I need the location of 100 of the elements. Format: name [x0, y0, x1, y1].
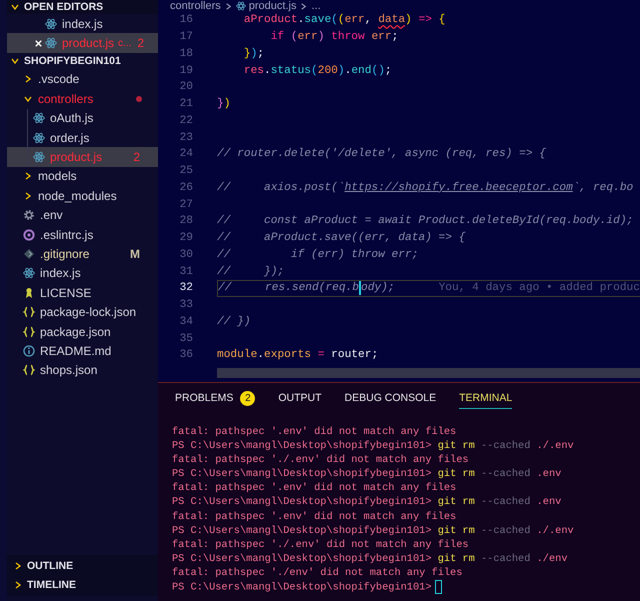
terminal-output: fatal: pathspec '.env' did not match any files: [172, 510, 456, 523]
code-line: aProduct.save((err, data) => {: [242, 14, 446, 26]
code-line: // if (err) throw err;: [217, 248, 418, 261]
chevron-icon: [23, 171, 33, 182]
terminal-command: git rm: [438, 524, 475, 537]
folder-item[interactable]: node_modules: [7, 186, 158, 206]
terminal-output: fatal: pathspec '.env' did not match any files: [172, 482, 456, 494]
terminal-output: fatal: pathspec './.env' did not match any files: [172, 454, 469, 466]
terminal-prompt: PS C:\Users\mangl\Desktop\shopifybegin101>: [172, 468, 432, 480]
breadcrumb-item[interactable]: controllers: [170, 0, 221, 12]
file-item[interactable]: .env: [7, 206, 158, 225]
line-number: 22: [178, 114, 193, 127]
file-item[interactable]: oAuth.js: [7, 108, 158, 128]
terminal-prompt: PS C:\Users\mangl\Desktop\shopifybegin101>: [172, 552, 432, 565]
panel-tab[interactable]: OUTPUT: [278, 388, 322, 408]
code-line: });: [242, 48, 264, 60]
file-name: product.js: [50, 150, 102, 164]
braces-icon: [23, 326, 35, 338]
chevron-icon: [23, 74, 33, 84]
collapsed-section-header[interactable]: TIMELINE: [7, 576, 158, 595]
blame-annotation: You, 4 days ago • added produc: [438, 282, 640, 294]
code-line: // aProduct.save((err, data) => {: [217, 232, 466, 244]
terminal-command: git rm: [438, 468, 475, 480]
code-line: module.exports = router;: [217, 349, 378, 362]
command-argument: ./.env: [536, 440, 574, 452]
chevron-icon: [299, 2, 308, 10]
section-title: OUTLINE: [27, 560, 74, 572]
line-number: 18: [178, 48, 193, 60]
terminal-output: fatal: pathspec './.env' did not match any files: [172, 538, 469, 551]
file-item[interactable]: shops.json: [7, 360, 158, 380]
problem-count: 2: [137, 36, 144, 50]
code-line: // axios.post(`https://shopify.free.beeceptor.com`, req.bo: [217, 182, 634, 194]
line-number: 27: [178, 198, 193, 211]
tab-label: PROBLEMS: [175, 392, 234, 404]
project-header[interactable]: SHOPIFYBEGIN101: [7, 52, 158, 70]
file-name: .gitignore: [40, 246, 90, 261]
atom-icon: [45, 18, 57, 30]
command-argument: .env: [536, 496, 562, 508]
folder-name: controllers: [38, 92, 94, 106]
breadcrumb-item[interactable]: ...: [311, 0, 321, 12]
status-letter: M: [130, 246, 140, 261]
line-number: 32: [178, 282, 193, 294]
command-option: --cached: [480, 468, 530, 480]
file-item[interactable]: order.js: [7, 128, 158, 148]
file-name: .env: [40, 208, 63, 222]
file-item[interactable]: package-lock.json: [7, 302, 158, 322]
gear-icon: [23, 209, 35, 222]
file-item[interactable]: LICENSE: [7, 283, 158, 302]
breadcrumb-item[interactable]: product.js: [248, 0, 296, 12]
horizontal-scrollbar[interactable]: [217, 368, 640, 378]
file-name: index.js: [40, 266, 81, 280]
atom-icon: [45, 37, 57, 50]
project-title: SHOPIFYBEGIN101: [24, 55, 121, 68]
file-name: .eslintrc.js: [40, 228, 94, 242]
open-editors-header[interactable]: OPEN EDITORS: [7, 0, 158, 14]
line-number: 26: [178, 182, 193, 194]
braces-icon: [23, 306, 35, 318]
code-line: // router.delete('/delete', async (req, res) => {: [217, 148, 546, 160]
atom-icon: [33, 151, 45, 164]
file-name: LICENSE: [40, 286, 92, 300]
terminal-command: git rm: [438, 496, 475, 508]
line-number: 28: [178, 215, 193, 228]
panel-tab[interactable]: DEBUG CONSOLE: [344, 388, 436, 408]
file-item[interactable]: README.md: [7, 341, 158, 361]
line-number: 23: [178, 132, 193, 144]
line-number: 16: [178, 14, 193, 26]
panel-tab[interactable]: PROBLEMS 2: [175, 388, 256, 408]
folder-name: models: [38, 169, 77, 184]
folder-item[interactable]: .vscode: [7, 70, 158, 90]
folder-item[interactable]: models: [7, 166, 158, 186]
chevron-icon: [224, 2, 233, 10]
panel-tab[interactable]: TERMINAL: [459, 388, 512, 408]
terminal-output: fatal: pathspec './env' did not match any files: [172, 566, 462, 579]
command-option: --cached: [480, 552, 530, 565]
open-editor-item[interactable]: index.js: [7, 14, 158, 34]
file-name: oAuth.js: [50, 111, 94, 126]
ring-icon: [23, 228, 35, 241]
line-number: 29: [178, 232, 193, 244]
folder-name: .vscode: [38, 72, 80, 86]
file-name: index.js: [62, 16, 103, 31]
chevron-icon: [23, 190, 33, 201]
line-number: 25: [178, 165, 193, 178]
code-line: // res.send(req.b ody);: [218, 281, 395, 296]
folder-item[interactable]: controllers: [7, 89, 158, 109]
atom-icon: [33, 112, 45, 124]
folder-name: node_modules: [38, 188, 117, 203]
command-argument: .env: [536, 468, 562, 480]
code-line: res.status(200).end();: [242, 64, 392, 77]
collapsed-section-header[interactable]: OUTLINE: [7, 556, 158, 576]
status-letter: 2: [133, 150, 140, 164]
file-name: order.js: [50, 130, 90, 145]
file-item[interactable]: index.js: [7, 264, 158, 284]
file-path: c...: [118, 38, 132, 49]
terminal-prompt: PS C:\Users\mangl\Desktop\shopifybegin101>: [172, 496, 432, 508]
file-item[interactable]: .eslintrc.js: [7, 224, 158, 244]
file-item[interactable]: .gitignore M: [7, 244, 158, 264]
command-option: --cached: [480, 496, 530, 508]
terminal-command: git rm: [438, 552, 475, 565]
close-icon[interactable]: [34, 38, 42, 48]
file-item[interactable]: package.json: [7, 322, 158, 342]
